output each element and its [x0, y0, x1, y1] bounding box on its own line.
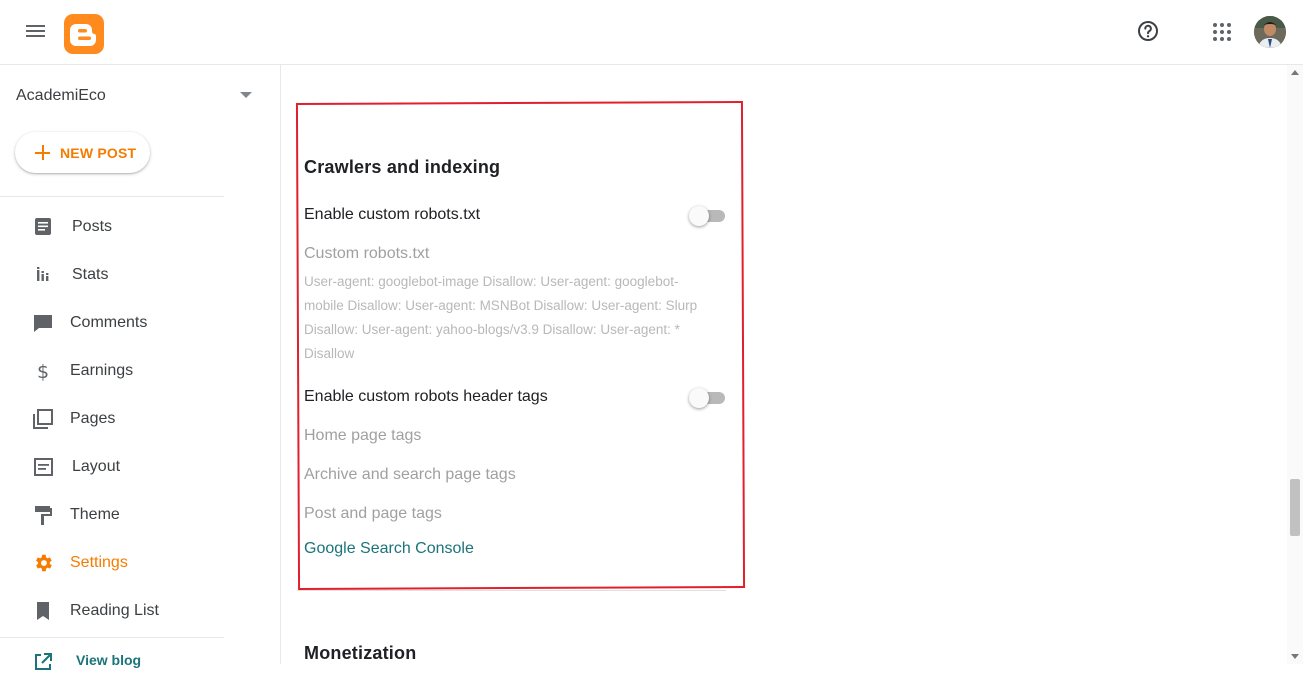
blogger-logo-icon[interactable]: [64, 14, 104, 54]
paint-roller-icon: [32, 504, 54, 526]
sidebar-item-label: Layout: [72, 458, 121, 475]
blog-name: AcademiEco: [16, 87, 106, 104]
sidebar-divider: [0, 637, 224, 638]
top-app-bar: [0, 0, 1303, 65]
hamburger-menu-icon[interactable]: [24, 20, 48, 44]
home-page-tags[interactable]: Home page tags: [304, 427, 421, 445]
scrollbar-thumb[interactable]: [1290, 479, 1300, 536]
google-search-console-link[interactable]: Google Search Console: [304, 540, 474, 558]
svg-text:$: $: [37, 361, 49, 382]
sidebar-item-layout[interactable]: Layout: [0, 448, 280, 488]
chevron-down-icon: [240, 92, 252, 98]
plus-icon: [35, 144, 51, 160]
blog-selector[interactable]: AcademiEco: [16, 87, 256, 109]
open-external-icon: [32, 651, 54, 673]
sidebar-item-earnings[interactable]: $ Earnings: [0, 352, 280, 392]
robots-toggle-label: Enable custom robots.txt: [304, 206, 481, 223]
sidebar-divider: [0, 196, 224, 197]
comments-icon: [32, 312, 54, 334]
posts-icon: [32, 216, 54, 238]
sidebar-item-pages[interactable]: Pages: [0, 400, 280, 440]
crawlers-section-title: Crawlers and indexing: [304, 157, 501, 177]
robots-txt-toggle[interactable]: [689, 206, 727, 226]
sidebar-item-label: Theme: [70, 506, 120, 523]
help-circle-icon[interactable]: [1136, 19, 1160, 43]
custom-robots-value: User-agent: googlebot-image Disallow: Us…: [304, 274, 698, 361]
view-blog-label: View blog: [76, 652, 142, 668]
sidebar-item-label: Earnings: [70, 362, 134, 379]
sidebar: AcademiEco NEW POST Posts Stats Comments…: [0, 65, 281, 670]
sidebar-item-label: Comments: [70, 314, 148, 331]
view-blog-link[interactable]: View blog: [0, 645, 280, 685]
sidebar-item-label: Settings: [70, 554, 128, 571]
sidebar-item-reading-list[interactable]: Reading List: [0, 592, 280, 632]
header-tags-toggle[interactable]: [689, 388, 727, 408]
new-post-label: NEW POST: [60, 145, 137, 161]
stats-icon: [32, 264, 54, 286]
bookmark-icon: [32, 600, 54, 622]
settings-content: Crawlers and indexing Enable custom robo…: [281, 65, 1287, 664]
header-tags-toggle-label: Enable custom robots header tags: [304, 388, 548, 405]
sidebar-item-posts[interactable]: Posts: [0, 208, 280, 248]
toggle-knob: [689, 206, 709, 226]
section-divider: [297, 590, 726, 591]
sidebar-item-label: Reading List: [70, 602, 159, 619]
custom-robots-label[interactable]: Custom robots.txt: [304, 245, 429, 263]
sidebar-item-label: Posts: [72, 218, 113, 235]
sidebar-item-theme[interactable]: Theme: [0, 496, 280, 536]
new-post-button[interactable]: NEW POST: [15, 132, 150, 173]
sidebar-item-stats[interactable]: Stats: [0, 256, 280, 296]
pages-icon: [32, 408, 54, 430]
vertical-scrollbar[interactable]: [1287, 65, 1303, 664]
apps-grid-icon[interactable]: [1210, 20, 1234, 44]
sidebar-item-label: Pages: [70, 410, 116, 427]
layout-icon: [32, 456, 54, 478]
sidebar-item-label: Stats: [72, 266, 109, 283]
scroll-down-arrow-icon[interactable]: [1291, 654, 1299, 659]
toggle-knob: [689, 388, 709, 408]
post-page-tags[interactable]: Post and page tags: [304, 505, 442, 523]
sidebar-item-comments[interactable]: Comments: [0, 304, 280, 344]
archive-search-page-tags[interactable]: Archive and search page tags: [304, 466, 516, 484]
user-avatar[interactable]: [1254, 16, 1286, 48]
scroll-up-arrow-icon[interactable]: [1291, 70, 1299, 75]
gear-icon: [32, 552, 54, 574]
monetization-section-title: Monetization: [304, 643, 417, 663]
dollar-icon: $: [32, 360, 54, 383]
sidebar-item-settings[interactable]: Settings: [0, 544, 280, 584]
